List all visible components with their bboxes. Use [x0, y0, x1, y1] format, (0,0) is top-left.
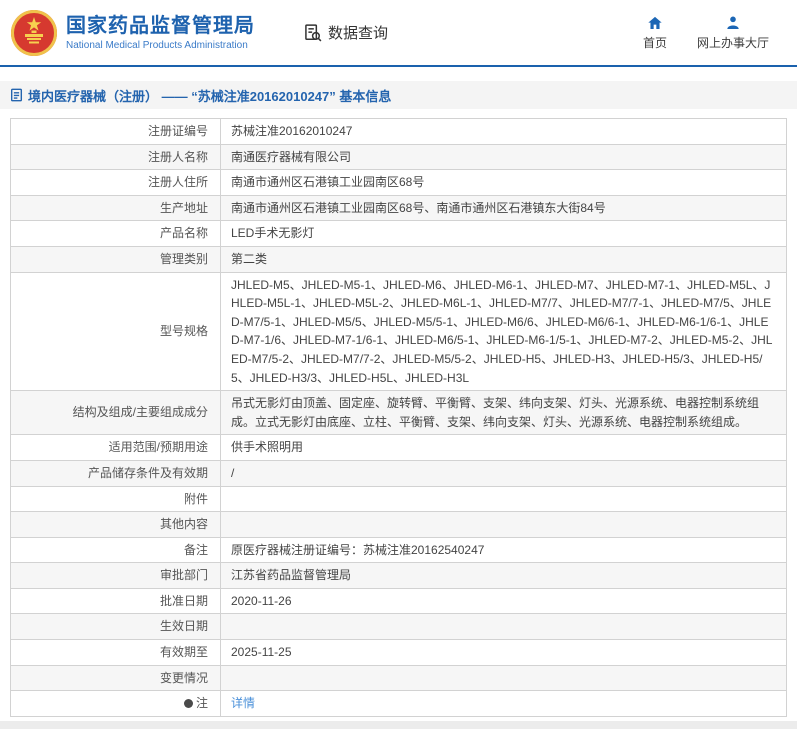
- table-row: 备注 原医疗器械注册证编号：苏械注准20162540247: [11, 537, 787, 563]
- data-query-link[interactable]: 数据查询: [303, 22, 388, 43]
- field-value: 供手术照明用: [221, 435, 787, 461]
- field-label: 其他内容: [11, 512, 221, 538]
- field-value: 吊式无影灯由顶盖、固定座、旋转臂、平衡臂、支架、纬向支架、灯头、光源系统、电器控…: [221, 391, 787, 435]
- field-label: 有效期至: [11, 640, 221, 666]
- nav-service-hall[interactable]: 网上办事大厅: [697, 15, 769, 51]
- field-value: LED手术无影灯: [221, 221, 787, 247]
- org-name-cn: 国家药品监督管理局: [66, 14, 255, 38]
- field-value: [221, 512, 787, 538]
- details-link[interactable]: 详情: [231, 696, 255, 710]
- page-header: 国家药品监督管理局 National Medical Products Admi…: [0, 0, 797, 67]
- org-name-en: National Medical Products Administration: [66, 40, 255, 51]
- table-row: 产品储存条件及有效期 /: [11, 460, 787, 486]
- field-value: 苏械注准20162010247: [221, 119, 787, 145]
- table-row: 注册证编号 苏械注准20162010247: [11, 119, 787, 145]
- nav-home[interactable]: 首页: [643, 15, 667, 51]
- field-value: 原医疗器械注册证编号：苏械注准20162540247: [221, 537, 787, 563]
- document-icon: [10, 88, 23, 102]
- bottom-strip: [0, 721, 797, 729]
- nav-home-label: 首页: [643, 34, 667, 51]
- table-row: 变更情况: [11, 665, 787, 691]
- table-row: 生产地址 南通市通州区石港镇工业园南区68号、南通市通州区石港镇东大街84号: [11, 195, 787, 221]
- field-label: 审批部门: [11, 563, 221, 589]
- field-value: 南通市通州区石港镇工业园南区68号: [221, 170, 787, 196]
- field-label: 注: [11, 691, 221, 717]
- field-value: /: [221, 460, 787, 486]
- table-row: 注册人名称 南通医疗器械有限公司: [11, 144, 787, 170]
- field-label: 型号规格: [11, 272, 221, 391]
- table-row: 生效日期: [11, 614, 787, 640]
- table-row: 批准日期 2020-11-26: [11, 588, 787, 614]
- home-icon: [647, 15, 663, 31]
- field-label: 产品储存条件及有效期: [11, 460, 221, 486]
- field-value: 2020-11-26: [221, 588, 787, 614]
- field-label: 注册人住所: [11, 170, 221, 196]
- page-title: 境内医疗器械（注册） —— “苏械注准20162010247” 基本信息: [28, 86, 391, 105]
- field-label: 结构及组成/主要组成成分: [11, 391, 221, 435]
- table-row: 管理类别 第二类: [11, 246, 787, 272]
- table-row: 审批部门 江苏省药品监督管理局: [11, 563, 787, 589]
- field-label: 管理类别: [11, 246, 221, 272]
- data-query-label: 数据查询: [328, 22, 388, 43]
- field-label: 生产地址: [11, 195, 221, 221]
- table-row: 注册人住所 南通市通州区石港镇工业园南区68号: [11, 170, 787, 196]
- nav-service-hall-label: 网上办事大厅: [697, 34, 769, 51]
- table-row: 有效期至 2025-11-25: [11, 640, 787, 666]
- field-value: 第二类: [221, 246, 787, 272]
- nmpa-logo[interactable]: 国家药品监督管理局 National Medical Products Admi…: [10, 9, 255, 57]
- field-label: 产品名称: [11, 221, 221, 247]
- table-row: 其他内容: [11, 512, 787, 538]
- table-row: 附件: [11, 486, 787, 512]
- field-label: 注册证编号: [11, 119, 221, 145]
- note-icon: [184, 699, 193, 708]
- field-label: 备注: [11, 537, 221, 563]
- field-value: 南通市通州区石港镇工业园南区68号、南通市通州区石港镇东大街84号: [221, 195, 787, 221]
- info-table-body: 注册证编号 苏械注准20162010247 注册人名称 南通医疗器械有限公司 注…: [11, 119, 787, 717]
- table-row: 适用范围/预期用途 供手术照明用: [11, 435, 787, 461]
- field-value: 江苏省药品监督管理局: [221, 563, 787, 589]
- field-label: 批准日期: [11, 588, 221, 614]
- table-row: 产品名称 LED手术无影灯: [11, 221, 787, 247]
- field-label: 注册人名称: [11, 144, 221, 170]
- field-label: 变更情况: [11, 665, 221, 691]
- field-label: 生效日期: [11, 614, 221, 640]
- header-nav: 首页 网上办事大厅: [643, 15, 769, 51]
- data-query-icon: [303, 23, 323, 43]
- field-value: [221, 665, 787, 691]
- field-value: 2025-11-25: [221, 640, 787, 666]
- field-value: [221, 614, 787, 640]
- national-emblem-icon: [10, 9, 58, 57]
- table-row: 注 详情: [11, 691, 787, 717]
- person-icon: [725, 15, 741, 31]
- table-row: 结构及组成/主要组成成分 吊式无影灯由顶盖、固定座、旋转臂、平衡臂、支架、纬向支…: [11, 391, 787, 435]
- field-value: 南通医疗器械有限公司: [221, 144, 787, 170]
- field-value: [221, 486, 787, 512]
- field-label: 适用范围/预期用途: [11, 435, 221, 461]
- field-value: 详情: [221, 691, 787, 717]
- org-title-block: 国家药品监督管理局 National Medical Products Admi…: [66, 14, 255, 51]
- field-label: 附件: [11, 486, 221, 512]
- field-value: JHLED-M5、JHLED-M5-1、JHLED-M6、JHLED-M6-1、…: [221, 272, 787, 391]
- table-row: 型号规格 JHLED-M5、JHLED-M5-1、JHLED-M6、JHLED-…: [11, 272, 787, 391]
- breadcrumb: 境内医疗器械（注册） —— “苏械注准20162010247” 基本信息: [0, 81, 797, 109]
- registration-info-table: 注册证编号 苏械注准20162010247 注册人名称 南通医疗器械有限公司 注…: [10, 118, 787, 717]
